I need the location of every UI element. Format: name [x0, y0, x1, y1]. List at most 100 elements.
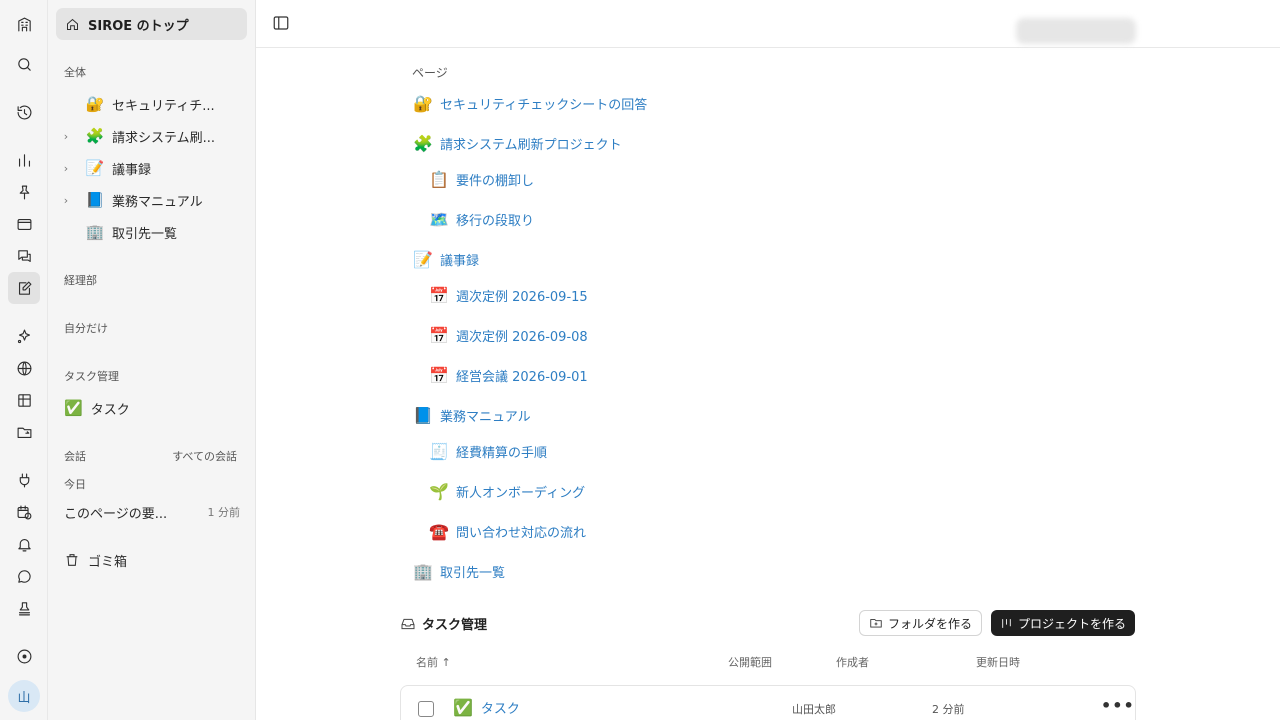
- folder-sync-icon[interactable]: [8, 416, 40, 448]
- task-section-title: タスク管理: [400, 614, 487, 633]
- inbox-icon: [401, 618, 415, 629]
- memo-icon: 📝: [85, 159, 105, 177]
- create-folder-button[interactable]: フォルダを作る: [859, 610, 982, 636]
- sidebar: SIROE のトップ 全体 🔐 セキュリティチ... › 🧩 請求システム刷..…: [48, 0, 256, 720]
- page-link-inquiry[interactable]: ☎️ 問い合わせ対応の流れ: [428, 519, 586, 543]
- avatar[interactable]: 山: [8, 680, 40, 712]
- page-link-requirements[interactable]: 📋 要件の棚卸し: [428, 167, 534, 191]
- stamp-icon[interactable]: [8, 592, 40, 624]
- sidebar-toggle-icon[interactable]: [272, 14, 292, 34]
- conversation-item[interactable]: このページの要... 1 分前: [64, 500, 240, 524]
- column-header-author[interactable]: 作成者: [836, 654, 869, 670]
- sidebar-item-label: 業務マニュアル: [112, 194, 203, 210]
- chevron-right-icon[interactable]: ›: [56, 194, 76, 207]
- edit-note-icon[interactable]: [8, 272, 40, 304]
- sidebar-item-security[interactable]: 🔐 セキュリティチ...: [56, 90, 247, 118]
- page-link-security[interactable]: 🔐 セキュリティチェックシートの回答: [412, 91, 647, 115]
- trash-icon: [66, 554, 78, 566]
- bell-icon[interactable]: [8, 528, 40, 560]
- page-link-exec-0901[interactable]: 📅 経営会議 2026-09-01: [428, 363, 588, 387]
- calendar-clock-icon[interactable]: [8, 496, 40, 528]
- plug-icon[interactable]: [8, 464, 40, 496]
- sidebar-item-minutes[interactable]: › 📝 議事録: [56, 154, 247, 182]
- home-button[interactable]: SIROE のトップ: [56, 8, 247, 40]
- chart-icon[interactable]: [8, 144, 40, 176]
- folder-plus-icon: [870, 619, 882, 628]
- section-label-all: 全体: [64, 66, 86, 79]
- history-icon[interactable]: [8, 96, 40, 128]
- office-building-icon: 🏢: [85, 223, 105, 241]
- row-author: 山田太郎: [792, 703, 836, 716]
- sort-asc-icon: ↑: [441, 656, 451, 669]
- sidebar-item-clients[interactable]: 🏢 取引先一覧: [56, 218, 247, 246]
- page-link-weekly-0908[interactable]: 📅 週次定例 2026-09-08: [428, 323, 588, 347]
- more-options-icon[interactable]: •••: [1101, 696, 1135, 715]
- section-label-private: 自分だけ: [64, 322, 108, 335]
- top-bar: [256, 0, 1280, 48]
- browser-icon[interactable]: [8, 208, 40, 240]
- section-label-today: 今日: [64, 478, 86, 491]
- puzzle-icon: 🧩: [413, 133, 433, 153]
- memo-icon: 📝: [413, 249, 433, 269]
- kanban-icon: [1002, 618, 1011, 628]
- page-link-expense[interactable]: 🧾 経費精算の手順: [428, 439, 547, 463]
- check-mark-icon: ✅: [453, 698, 473, 717]
- page-link-onboarding[interactable]: 🌱 新人オンボーディング: [428, 479, 585, 503]
- circle-dot-icon[interactable]: [8, 640, 40, 672]
- column-header-name[interactable]: 名前 ↑: [416, 654, 451, 670]
- trash-label: ゴミ箱: [88, 554, 128, 570]
- check-mark-icon: ✅: [64, 399, 83, 417]
- page-link-billing[interactable]: 🧩 請求システム刷新プロジェクト: [412, 131, 622, 155]
- row-name[interactable]: ✅ タスク: [453, 698, 520, 717]
- table-icon[interactable]: [8, 384, 40, 416]
- globe-icon[interactable]: [8, 352, 40, 384]
- calendar-icon: 📅: [429, 325, 449, 345]
- sidebar-item-label: 議事録: [112, 162, 152, 178]
- sidebar-item-billing[interactable]: › 🧩 請求システム刷...: [56, 122, 247, 150]
- row-updated: 2 分前: [932, 703, 965, 716]
- seedling-icon: 🌱: [429, 481, 449, 501]
- blurred-header-control: [1016, 18, 1136, 44]
- telephone-icon: ☎️: [429, 521, 449, 541]
- calendar-icon: 📅: [429, 365, 449, 385]
- building-icon[interactable]: [8, 8, 40, 40]
- page-link-clients[interactable]: 🏢 取引先一覧: [412, 559, 505, 583]
- icon-rail: 山: [0, 0, 48, 720]
- book-icon: 📘: [85, 191, 105, 209]
- chevron-right-icon[interactable]: ›: [56, 130, 76, 143]
- sidebar-item-label: セキュリティチ...: [112, 98, 215, 114]
- chevron-right-icon[interactable]: ›: [56, 162, 76, 175]
- page-link-weekly-0915[interactable]: 📅 週次定例 2026-09-15: [428, 283, 588, 307]
- sidebar-item-manual[interactable]: › 📘 業務マニュアル: [56, 186, 247, 214]
- home-icon: [67, 18, 78, 30]
- page-link-migration[interactable]: 🗺️ 移行の段取り: [428, 207, 534, 231]
- pages-section-label: ページ: [412, 66, 448, 80]
- pin-icon[interactable]: [8, 176, 40, 208]
- conversation-title: このページの要...: [64, 506, 168, 522]
- sidebar-item-label: 取引先一覧: [112, 226, 178, 242]
- home-label: SIROE のトップ: [88, 18, 189, 34]
- map-icon: 🗺️: [429, 209, 449, 229]
- receipt-icon: 🧾: [429, 441, 449, 461]
- book-icon: 📘: [413, 405, 433, 425]
- chat-bubbles-icon[interactable]: [8, 240, 40, 272]
- trash-button[interactable]: ゴミ箱: [64, 548, 127, 572]
- page-link-minutes[interactable]: 📝 議事録: [412, 247, 479, 271]
- create-project-button[interactable]: プロジェクトを作る: [991, 610, 1135, 636]
- task-section-header: タスク管理 フォルダを作る プロジェクトを作る: [400, 610, 1136, 638]
- sidebar-item-tasks[interactable]: ✅ タスク: [56, 394, 247, 422]
- message-icon[interactable]: [8, 560, 40, 592]
- sidebar-item-label: 請求システム刷...: [112, 130, 216, 146]
- column-header-updated[interactable]: 更新日時: [976, 654, 1020, 670]
- column-header-visibility[interactable]: 公開範囲: [728, 654, 772, 670]
- row-checkbox[interactable]: [418, 701, 434, 717]
- all-conversations-link[interactable]: すべての会話: [172, 448, 237, 464]
- clipboard-icon: 📋: [429, 169, 449, 189]
- section-label-conversations: 会話: [64, 450, 86, 463]
- search-icon[interactable]: [8, 48, 40, 80]
- sidebar-item-label: タスク: [90, 402, 130, 418]
- puzzle-icon: 🧩: [85, 127, 105, 145]
- table-row[interactable]: ✅ タスク 山田太郎 2 分前 •••: [400, 685, 1136, 720]
- page-link-manual[interactable]: 📘 業務マニュアル: [412, 403, 531, 427]
- sparkle-icon[interactable]: [8, 320, 40, 352]
